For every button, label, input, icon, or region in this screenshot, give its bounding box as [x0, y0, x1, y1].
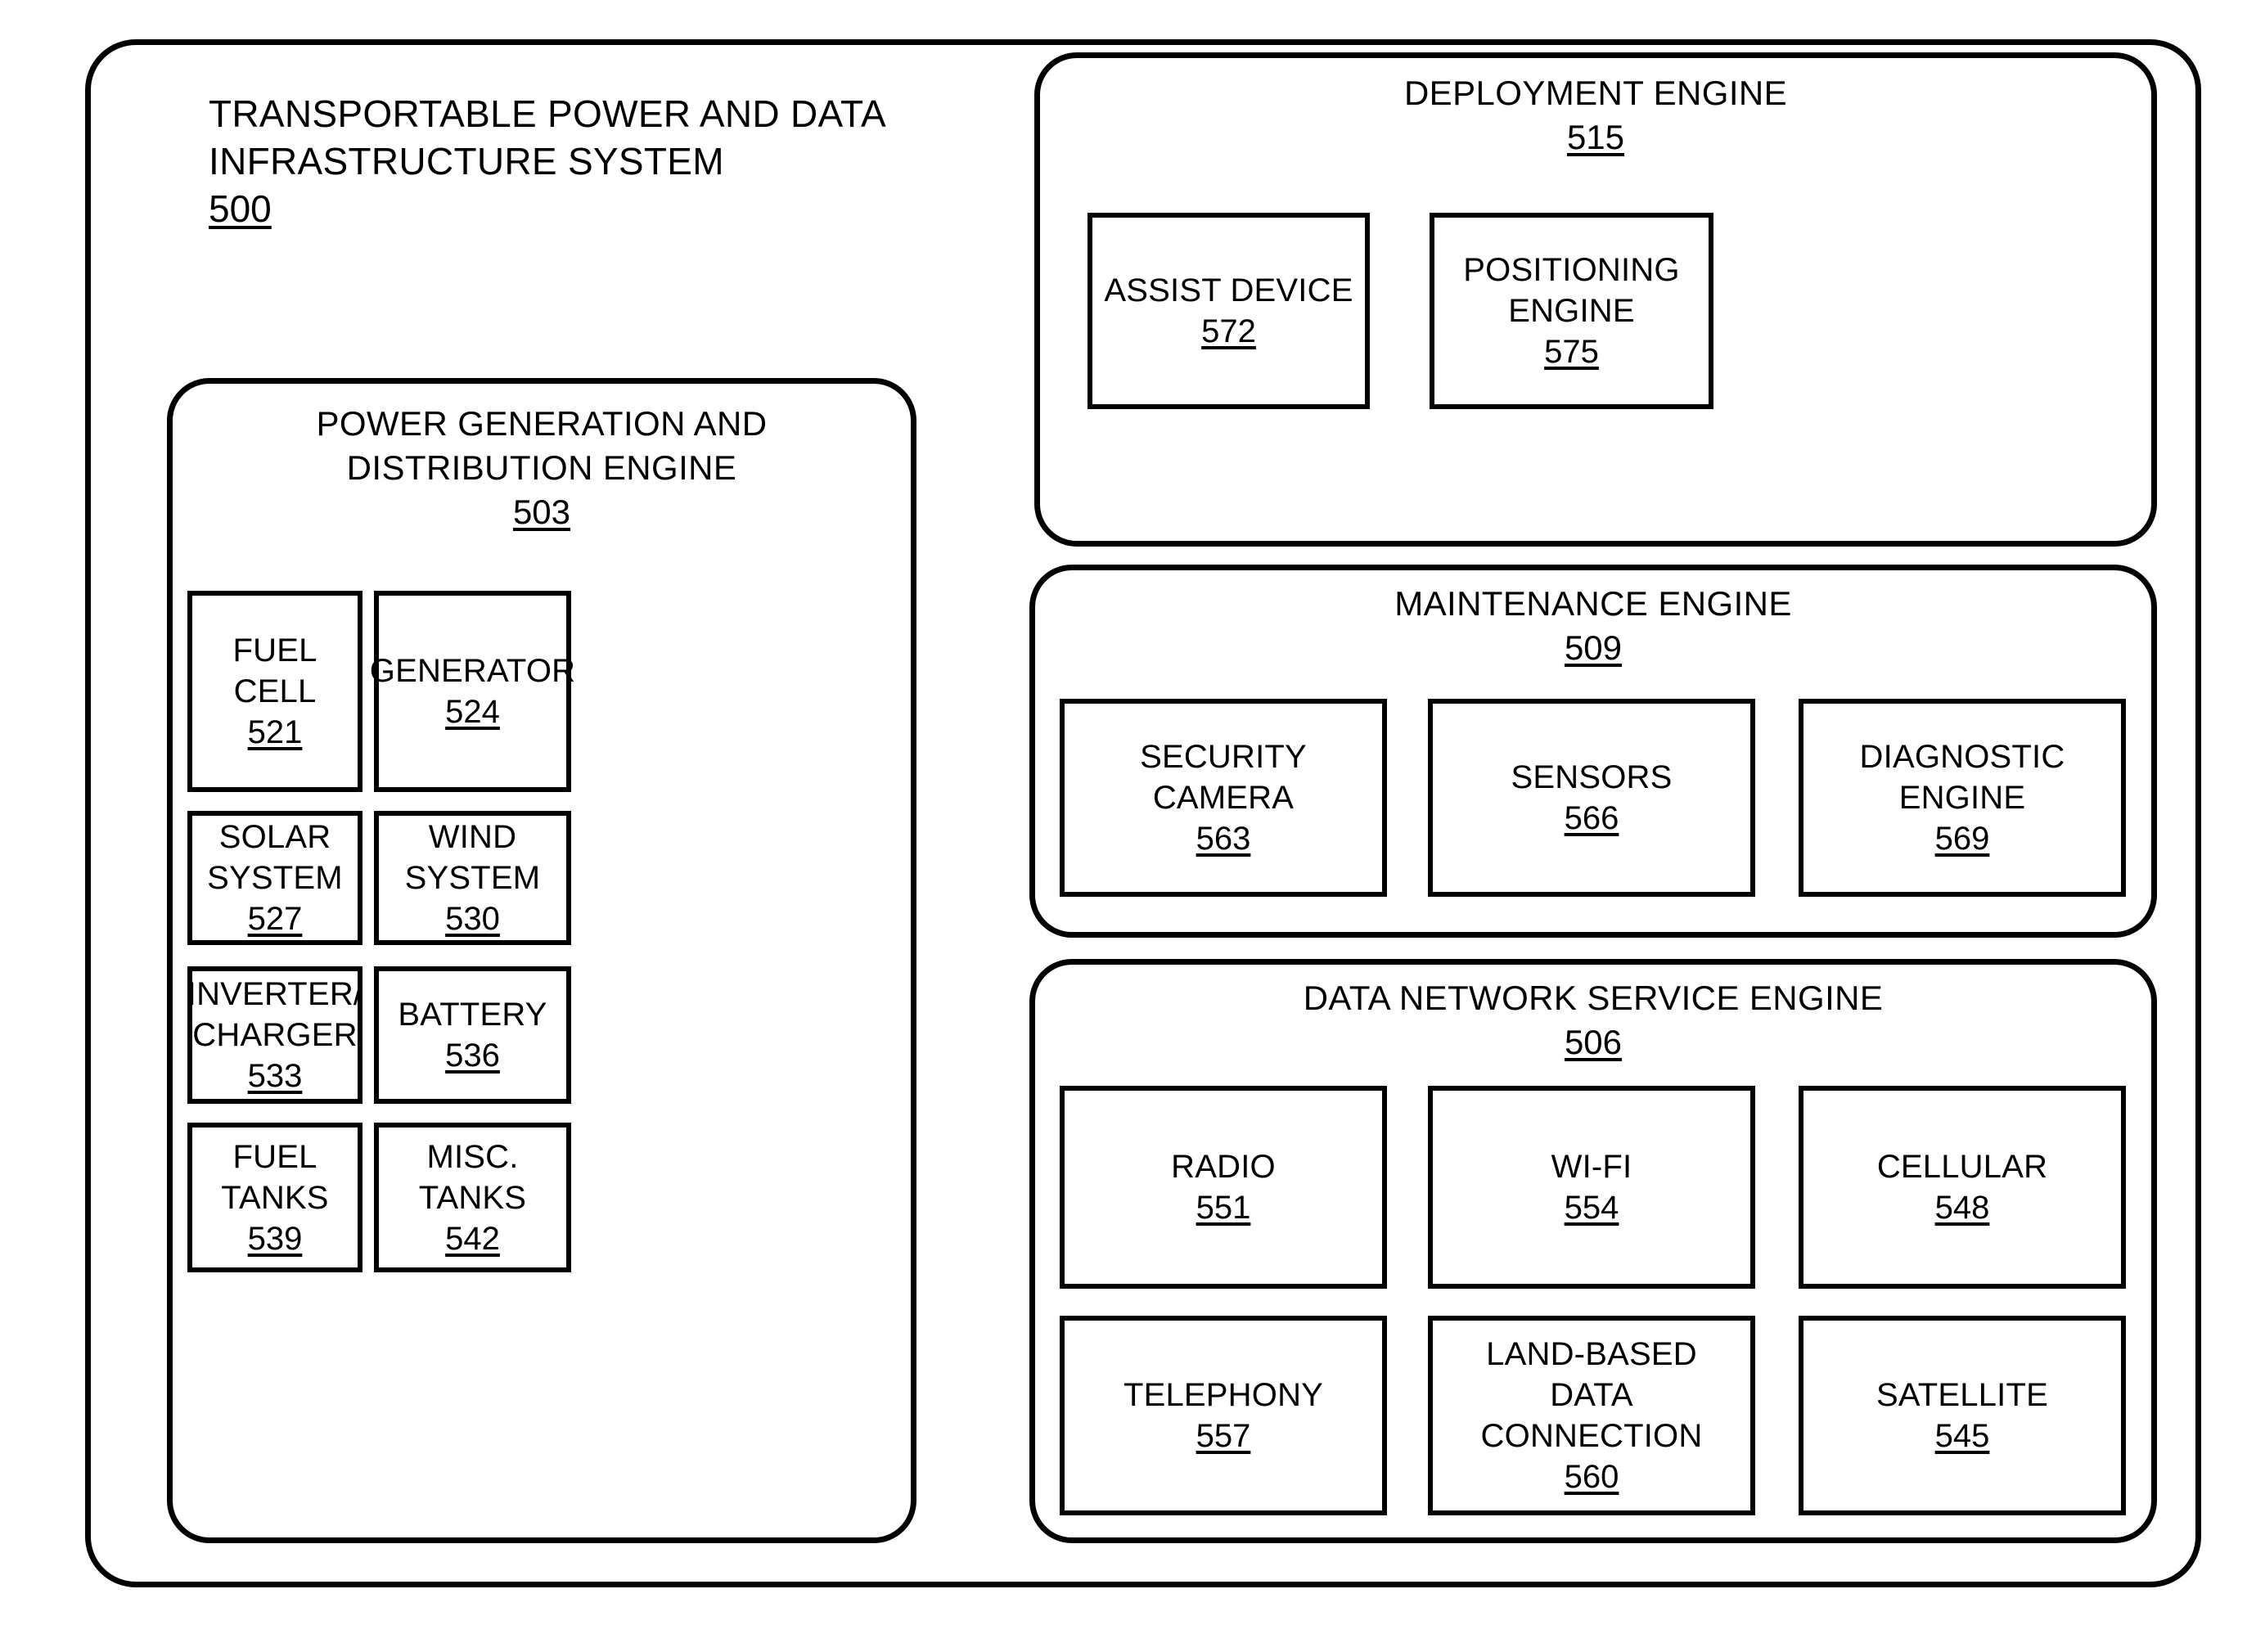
power-engine-title: POWER GENERATION AND DISTRIBUTION ENGINE — [316, 404, 768, 487]
page-title: TRANSPORTABLE POWER AND DATA INFRASTRUCT… — [209, 92, 887, 182]
power-engine-reference-numeral: 503 — [512, 493, 571, 531]
power-engine-header: POWER GENERATION AND DISTRIBUTION ENGINE… — [173, 384, 911, 534]
box-battery[interactable]: BATTERY 536 — [374, 966, 571, 1104]
box-diagnostic-engine[interactable]: DIAGNOSTIC ENGINE 569 — [1799, 699, 2126, 897]
box-wind-system-ref: 530 — [445, 901, 500, 937]
system-reference-numeral: 500 — [209, 187, 272, 230]
deployment-engine-container: DEPLOYMENT ENGINE 515 ASSIST DEVICE 572 … — [1034, 52, 2157, 547]
box-security-camera-ref: 563 — [1196, 821, 1251, 857]
box-fuel-tanks[interactable]: FUEL TANKS 539 — [187, 1123, 362, 1272]
box-inverter-charger-label: INVERTER/ CHARGER — [187, 976, 363, 1053]
data-network-service-engine-container: DATA NETWORK SERVICE ENGINE 506 RADIO 55… — [1029, 959, 2157, 1543]
box-inverter-charger-ref: 533 — [247, 1058, 303, 1094]
box-assist-device-ref: 572 — [1201, 313, 1256, 349]
datanet-engine-header: DATA NETWORK SERVICE ENGINE 506 — [1035, 965, 2151, 1065]
box-telephony[interactable]: TELEPHONY 557 — [1060, 1316, 1387, 1515]
deployment-engine-header: DEPLOYMENT ENGINE 515 — [1040, 58, 2151, 160]
box-solar-system-ref: 527 — [247, 901, 303, 937]
box-security-camera[interactable]: SECURITY CAMERA 563 — [1060, 699, 1387, 897]
box-cellular[interactable]: CELLULAR 548 — [1799, 1086, 2126, 1289]
box-misc-tanks[interactable]: MISC. TANKS 542 — [374, 1123, 571, 1272]
patent-figure: TRANSPORTABLE POWER AND DATA INFRASTRUCT… — [0, 0, 2247, 1652]
maintenance-engine-title: MAINTENANCE ENGINE — [1394, 584, 1792, 623]
box-fuel-cell-label: FUEL CELL — [232, 632, 317, 709]
box-sensors-ref: 566 — [1564, 800, 1619, 836]
system-title-block: TRANSPORTABLE POWER AND DATA INFRASTRUCT… — [209, 90, 945, 232]
box-generator-label: GENERATOR — [369, 653, 576, 689]
box-assist-device-label: ASSIST DEVICE — [1104, 272, 1353, 308]
box-security-camera-label: SECURITY CAMERA — [1140, 739, 1307, 816]
deployment-engine-title: DEPLOYMENT ENGINE — [1403, 74, 1788, 112]
box-fuel-cell[interactable]: FUEL CELL 521 — [187, 591, 362, 792]
box-cellular-label: CELLULAR — [1876, 1149, 2048, 1185]
box-positioning-engine-ref: 575 — [1544, 334, 1599, 370]
box-positioning-engine-label: POSITIONING ENGINE — [1463, 252, 1680, 329]
box-solar-system-label: SOLAR SYSTEM — [207, 819, 343, 896]
box-positioning-engine[interactable]: POSITIONING ENGINE 575 — [1430, 213, 1713, 409]
box-wifi-label: WI-FI — [1551, 1149, 1632, 1185]
box-fuel-cell-ref: 521 — [247, 714, 303, 750]
box-generator-ref: 524 — [445, 694, 500, 730]
box-fuel-tanks-label: FUEL TANKS — [221, 1138, 329, 1216]
box-satellite[interactable]: SATELLITE 545 — [1799, 1316, 2126, 1515]
box-telephony-label: TELEPHONY — [1123, 1377, 1324, 1413]
box-cellular-ref: 548 — [1934, 1190, 1990, 1226]
box-solar-system[interactable]: SOLAR SYSTEM 527 — [187, 811, 362, 945]
box-misc-tanks-ref: 542 — [445, 1220, 500, 1257]
box-sensors[interactable]: SENSORS 566 — [1428, 699, 1755, 897]
box-land-based-data-connection-ref: 560 — [1564, 1459, 1619, 1495]
box-telephony-ref: 557 — [1196, 1418, 1251, 1454]
power-generation-and-distribution-engine-container: POWER GENERATION AND DISTRIBUTION ENGINE… — [167, 378, 916, 1543]
box-wifi[interactable]: WI-FI 554 — [1428, 1086, 1755, 1289]
box-land-based-data-connection-label: LAND-BASED DATA CONNECTION — [1480, 1336, 1703, 1454]
box-battery-label: BATTERY — [398, 997, 547, 1033]
maintenance-engine-header: MAINTENANCE ENGINE 509 — [1035, 570, 2151, 670]
box-satellite-ref: 545 — [1934, 1418, 1990, 1454]
maintenance-engine-reference-numeral: 509 — [1564, 628, 1623, 667]
box-radio[interactable]: RADIO 551 — [1060, 1086, 1387, 1289]
box-wifi-ref: 554 — [1564, 1190, 1619, 1226]
box-fuel-tanks-ref: 539 — [247, 1220, 303, 1257]
box-diagnostic-engine-label: DIAGNOSTIC ENGINE — [1859, 739, 2065, 816]
box-radio-ref: 551 — [1196, 1190, 1251, 1226]
box-satellite-label: SATELLITE — [1876, 1377, 2049, 1413]
box-wind-system[interactable]: WIND SYSTEM 530 — [374, 811, 571, 945]
box-radio-label: RADIO — [1171, 1149, 1276, 1185]
maintenance-engine-container: MAINTENANCE ENGINE 509 SECURITY CAMERA 5… — [1029, 565, 2157, 938]
datanet-engine-reference-numeral: 506 — [1564, 1023, 1623, 1061]
box-battery-ref: 536 — [445, 1038, 500, 1074]
box-generator[interactable]: GENERATOR 524 — [370, 591, 575, 792]
box-land-based-data-connection[interactable]: LAND-BASED DATA CONNECTION 560 — [1428, 1316, 1755, 1515]
box-assist-device[interactable]: ASSIST DEVICE 572 — [1087, 213, 1370, 409]
deployment-engine-reference-numeral: 515 — [1566, 118, 1625, 156]
datanet-engine-title: DATA NETWORK SERVICE ENGINE — [1303, 979, 1884, 1017]
box-sensors-label: SENSORS — [1511, 759, 1673, 795]
box-wind-system-label: WIND SYSTEM — [404, 819, 541, 896]
box-misc-tanks-label: MISC. TANKS — [418, 1138, 527, 1216]
box-diagnostic-engine-ref: 569 — [1934, 821, 1990, 857]
box-inverter-charger[interactable]: INVERTER/ CHARGER 533 — [187, 966, 362, 1104]
